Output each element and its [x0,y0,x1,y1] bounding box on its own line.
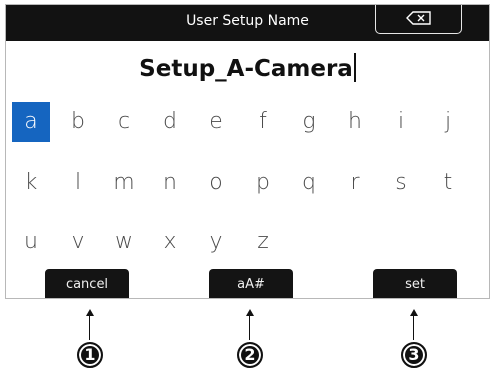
name-entry-field[interactable]: Setup_A-Camera [6,49,489,89]
key-h[interactable]: h [336,102,374,142]
key-u[interactable]: u [12,222,50,262]
backspace-icon [405,10,432,29]
key-v[interactable]: v [59,222,97,262]
callout-badge-3: 3 [401,342,427,368]
key-a[interactable]: a [12,102,50,142]
keyboard-screen: User Setup Name Setup_A-Camera abcdefghi… [5,4,490,299]
callout-badge-1: 1 [77,342,103,368]
key-b[interactable]: b [59,102,97,142]
key-c[interactable]: c [105,102,143,142]
callout-line-3 [413,314,414,340]
cancel-button[interactable]: cancel [45,269,129,298]
set-button[interactable]: set [373,269,457,298]
key-l[interactable]: l [59,163,97,203]
key-w[interactable]: w [105,222,143,262]
key-o[interactable]: o [197,163,235,203]
key-g[interactable]: g [290,102,328,142]
key-e[interactable]: e [197,102,235,142]
backspace-button[interactable] [375,5,462,34]
key-x[interactable]: x [151,222,189,262]
callout-arrow-1 [86,309,94,316]
mode-toggle-button[interactable]: aA# [209,269,293,298]
title-bar: User Setup Name [6,5,489,41]
key-s[interactable]: s [382,163,420,203]
key-m[interactable]: m [105,163,143,203]
callout-line-1 [89,314,90,340]
callout-line-2 [249,314,250,340]
key-d[interactable]: d [151,102,189,142]
key-y[interactable]: y [197,222,235,262]
callout-arrow-2 [246,309,254,316]
key-p[interactable]: p [244,163,282,203]
key-q[interactable]: q [290,163,328,203]
key-n[interactable]: n [151,163,189,203]
callout-arrow-3 [410,309,418,316]
key-i[interactable]: i [382,102,420,142]
callout-badge-2: 2 [237,342,263,368]
key-z[interactable]: z [244,222,282,262]
key-f[interactable]: f [244,102,282,142]
key-k[interactable]: k [12,163,50,203]
key-t[interactable]: t [429,163,467,203]
key-r[interactable]: r [336,163,374,203]
key-j[interactable]: j [429,102,467,142]
text-caret [353,53,356,82]
entry-text: Setup_A-Camera [139,56,353,82]
